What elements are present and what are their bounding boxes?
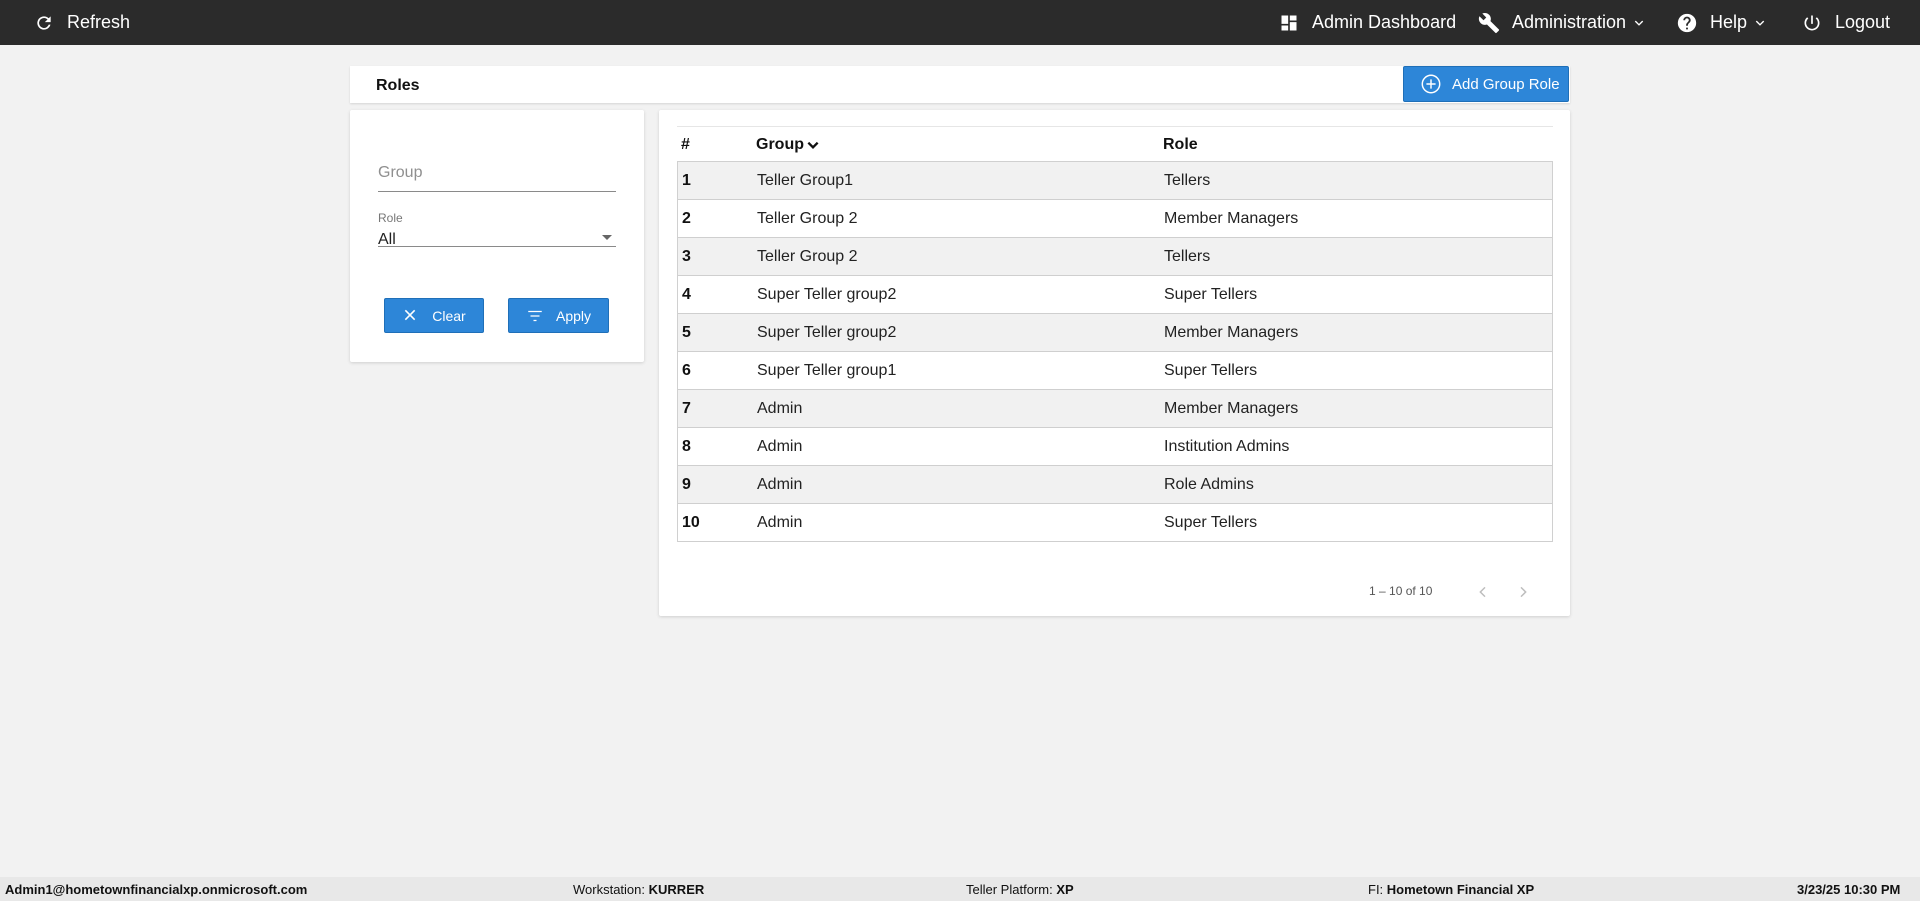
- row-number: 9: [682, 475, 691, 493]
- roles-table-card: # Group Role 1 Teller Group1 Tellers 2 Tell…: [659, 110, 1570, 616]
- wrench-icon: [1478, 12, 1500, 34]
- group-field: [378, 150, 616, 192]
- row-number: 8: [682, 437, 691, 455]
- page-header: Roles: [350, 66, 1570, 103]
- row-number: 5: [682, 323, 691, 341]
- row-group: Super Teller group1: [757, 361, 897, 379]
- close-icon: [402, 307, 420, 325]
- row-number: 1: [682, 171, 691, 189]
- row-group: Admin: [757, 437, 803, 455]
- row-number: 3: [682, 247, 691, 265]
- column-header-group[interactable]: Group: [756, 127, 820, 163]
- row-role: Member Managers: [1164, 209, 1299, 227]
- administration-menu[interactable]: Administration: [1478, 0, 1646, 45]
- row-role: Member Managers: [1164, 323, 1299, 341]
- clear-label: Clear: [432, 307, 466, 324]
- chevron-left-icon: [1479, 586, 1486, 598]
- admin-dashboard-label: Admin Dashboard: [1312, 12, 1457, 32]
- column-header-number: #: [681, 136, 690, 153]
- admin-dashboard-link[interactable]: Admin Dashboard: [1278, 0, 1456, 45]
- logout-button[interactable]: Logout: [1801, 0, 1890, 45]
- row-group: Admin: [757, 475, 803, 493]
- table-row[interactable]: 1 Teller Group1 Tellers: [678, 162, 1552, 200]
- row-number: 10: [682, 513, 700, 531]
- power-icon: [1801, 12, 1823, 34]
- status-user: Admin1@hometownfinancialxp.onmicrosoft.c…: [5, 882, 308, 897]
- refresh-label: Refresh: [67, 12, 131, 32]
- column-header-group-label: Group: [756, 136, 804, 153]
- previous-page-button[interactable]: [1471, 580, 1495, 604]
- row-group: Super Teller group2: [757, 285, 897, 303]
- logout-label: Logout: [1835, 12, 1891, 32]
- filter-panel: Role All Clear Apply: [350, 110, 644, 362]
- table-row[interactable]: 4 Super Teller group2 Super Tellers: [678, 276, 1552, 314]
- row-group: Super Teller group2: [757, 323, 897, 341]
- page-title: Roles: [376, 77, 420, 94]
- row-group: Teller Group1: [757, 171, 854, 189]
- role-select[interactable]: Role All: [378, 201, 616, 248]
- table-row[interactable]: 5 Super Teller group2 Member Managers: [678, 314, 1552, 352]
- dropdown-caret-icon: [602, 235, 612, 240]
- chevron-down-icon: [1753, 16, 1767, 30]
- status-teller-platform: Teller Platform: XP: [966, 882, 1074, 897]
- dashboard-icon: [1278, 12, 1300, 34]
- table-row[interactable]: 10 Admin Super Tellers: [678, 504, 1552, 542]
- row-role: Institution Admins: [1164, 437, 1290, 455]
- chevron-down-icon: [1632, 16, 1646, 30]
- add-circle-icon: [1420, 73, 1442, 95]
- row-role: Tellers: [1164, 247, 1211, 265]
- row-role: Super Tellers: [1164, 285, 1258, 303]
- apply-label: Apply: [555, 307, 592, 324]
- table-row[interactable]: 3 Teller Group 2 Tellers: [678, 238, 1552, 276]
- row-number: 2: [682, 209, 691, 227]
- pagination: 1 – 10 of 10: [659, 580, 1570, 604]
- status-datetime: 3/23/25 10:30 PM: [1797, 882, 1901, 897]
- table-row[interactable]: 8 Admin Institution Admins: [678, 428, 1552, 466]
- help-circle-icon: [1676, 12, 1698, 34]
- row-number: 4: [682, 285, 691, 303]
- row-group: Admin: [757, 399, 803, 417]
- row-number: 7: [682, 399, 691, 417]
- row-group: Teller Group 2: [757, 209, 858, 227]
- status-bar: Admin1@hometownfinancialxp.onmicrosoft.c…: [0, 877, 1920, 901]
- top-navigation-bar: Refresh Admin Dashboard Administration H…: [0, 0, 1920, 45]
- table-row[interactable]: 7 Admin Member Managers: [678, 390, 1552, 428]
- add-group-role-button[interactable]: Add Group Role: [1403, 66, 1569, 102]
- role-label: Role: [378, 211, 403, 225]
- roles-table: # Group Role 1 Teller Group1 Tellers 2 Tell…: [677, 126, 1553, 542]
- role-selected-value: All: [378, 231, 396, 248]
- row-number: 6: [682, 361, 691, 379]
- table-row[interactable]: 6 Super Teller group1 Super Tellers: [678, 352, 1552, 390]
- table-row[interactable]: 2 Teller Group 2 Member Managers: [678, 200, 1552, 238]
- chevron-right-icon: [1520, 586, 1527, 598]
- add-group-role-label: Add Group Role: [1452, 75, 1560, 93]
- status-workstation: Workstation: KURRER: [573, 882, 705, 897]
- apply-button[interactable]: Apply: [508, 298, 609, 333]
- help-menu[interactable]: Help: [1676, 0, 1767, 45]
- refresh-icon: [33, 12, 55, 34]
- group-input[interactable]: [378, 150, 616, 182]
- table-body: 1 Teller Group1 Tellers 2 Teller Group 2 Mem…: [677, 162, 1553, 542]
- clear-button[interactable]: Clear: [384, 298, 484, 333]
- column-header-role: Role: [1163, 136, 1198, 153]
- refresh-button[interactable]: Refresh: [33, 0, 130, 45]
- next-page-button[interactable]: [1511, 580, 1535, 604]
- sort-descending-icon: [806, 138, 820, 152]
- row-role: Tellers: [1164, 171, 1211, 189]
- administration-label: Administration: [1512, 12, 1627, 32]
- table-row[interactable]: 9 Admin Role Admins: [678, 466, 1552, 504]
- help-label: Help: [1710, 12, 1748, 32]
- status-fi: FI: Hometown Financial XP: [1368, 882, 1535, 897]
- row-role: Role Admins: [1164, 475, 1254, 493]
- table-header: # Group Role: [677, 126, 1553, 162]
- row-role: Member Managers: [1164, 399, 1299, 417]
- row-role: Super Tellers: [1164, 361, 1258, 379]
- row-role: Super Tellers: [1164, 513, 1258, 531]
- pagination-range: 1 – 10 of 10: [1369, 584, 1433, 598]
- filter-icon: [526, 307, 544, 325]
- row-group: Teller Group 2: [757, 247, 858, 265]
- row-group: Admin: [757, 513, 803, 531]
